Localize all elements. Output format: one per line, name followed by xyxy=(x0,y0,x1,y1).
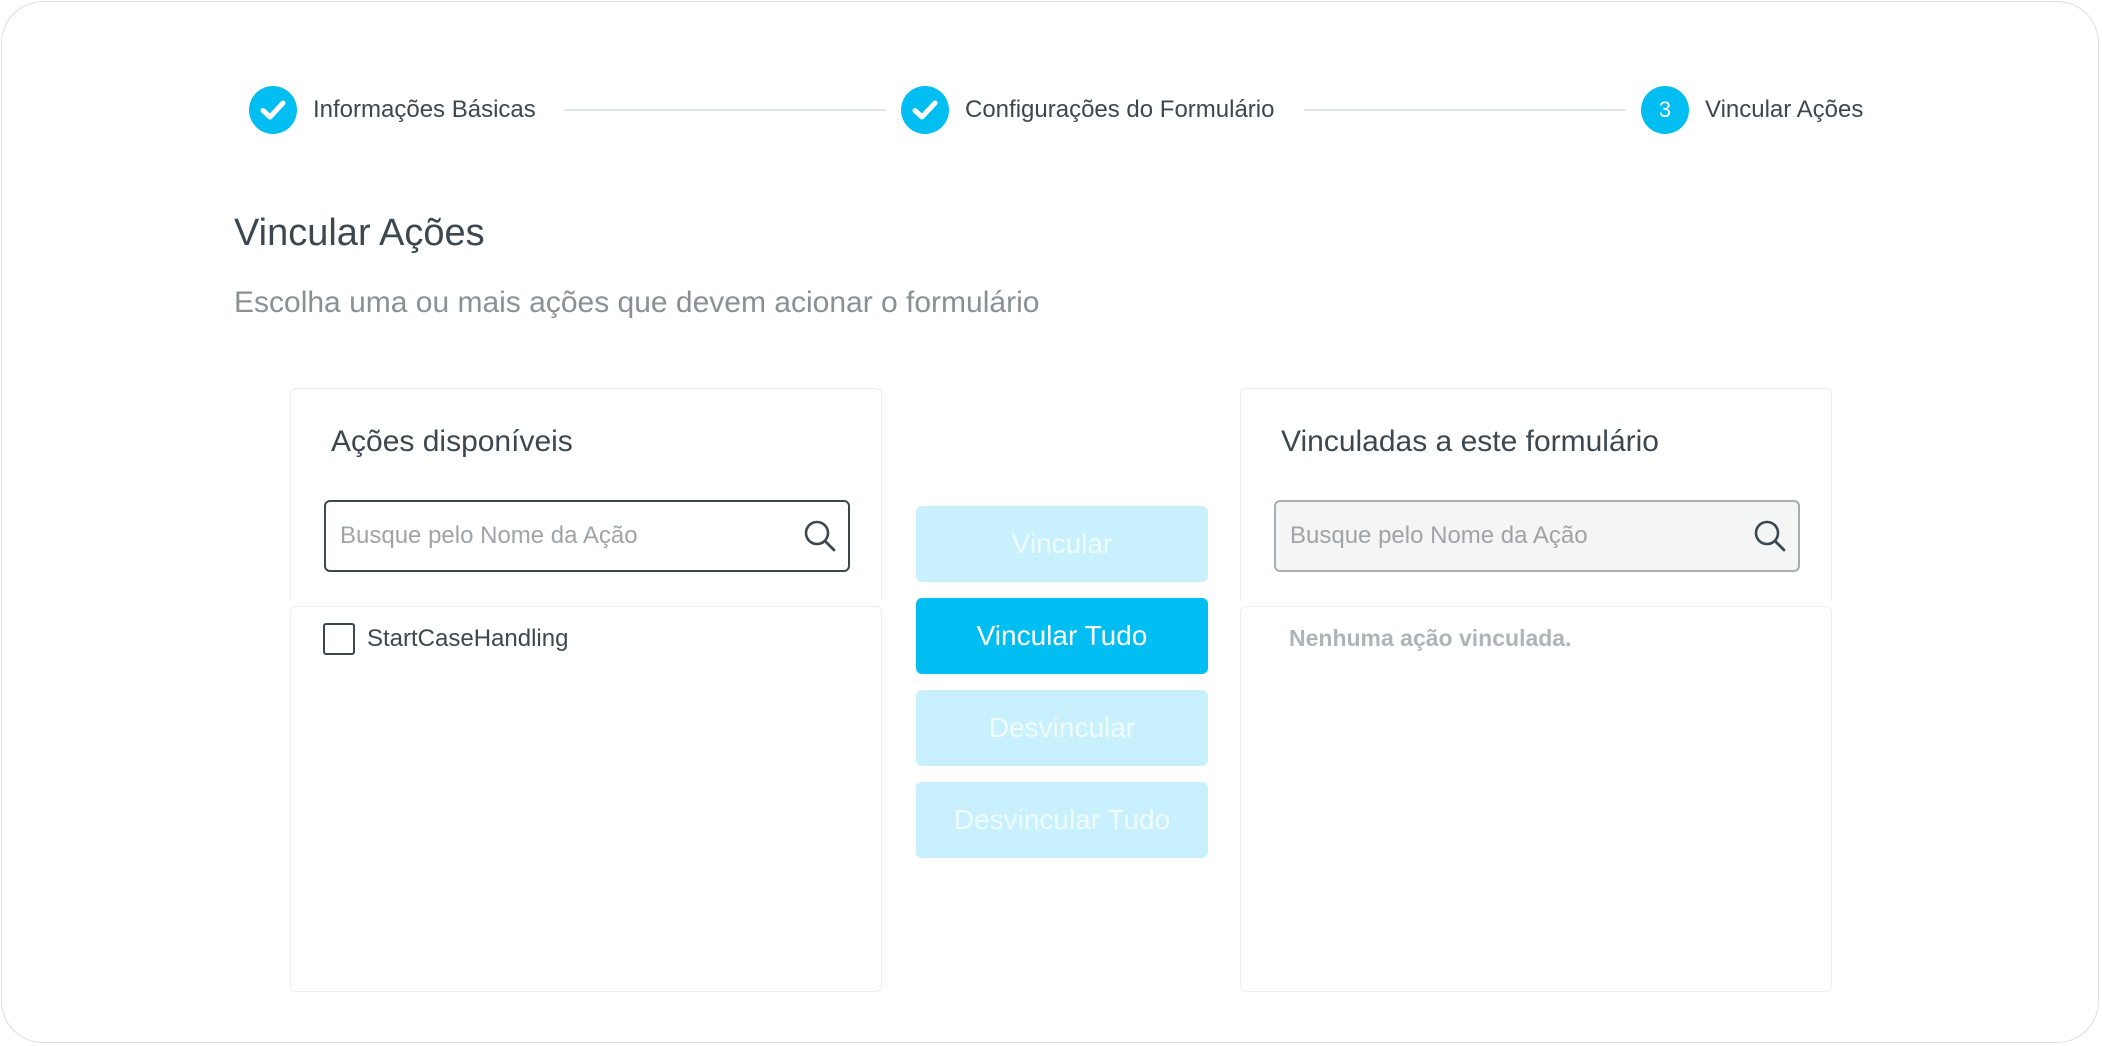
linked-actions-title: Vinculadas a este formulário xyxy=(1281,425,1659,458)
unlink-all-button[interactable]: Desvincular Tudo xyxy=(916,782,1208,858)
empty-state-text: Nenhuma ação vinculada. xyxy=(1289,625,1572,651)
step-connector xyxy=(1304,109,1626,111)
step-informacoes-basicas[interactable]: Informações Básicas xyxy=(249,86,536,134)
step-label: Configurações do Formulário xyxy=(965,96,1275,123)
step-number: 3 xyxy=(1641,86,1689,134)
available-actions-list: StartCaseHandling xyxy=(290,606,882,992)
available-actions-panel-header: Ações disponíveis xyxy=(290,388,882,600)
list-item[interactable]: StartCaseHandling xyxy=(323,623,568,655)
linked-actions-search xyxy=(1274,500,1800,572)
step-configuracoes-formulario[interactable]: Configurações do Formulário xyxy=(901,86,1274,134)
linked-actions-search-input[interactable] xyxy=(1276,502,1736,570)
page-title: Vincular Ações xyxy=(234,212,485,254)
page-subtitle: Escolha uma ou mais ações que devem acio… xyxy=(234,286,1040,319)
app-window: Informações Básicas Configurações do For… xyxy=(1,1,2099,1043)
link-button[interactable]: Vincular xyxy=(916,506,1208,582)
link-all-button[interactable]: Vincular Tudo xyxy=(916,598,1208,674)
check-icon xyxy=(901,86,949,134)
available-actions-title: Ações disponíveis xyxy=(331,425,573,458)
action-checkbox[interactable] xyxy=(323,623,355,655)
unlink-button[interactable]: Desvincular xyxy=(916,690,1208,766)
action-label: StartCaseHandling xyxy=(367,625,569,652)
linked-actions-panel-header: Vinculadas a este formulário xyxy=(1240,388,1832,600)
step-label: Vincular Ações xyxy=(1705,96,1864,123)
linked-actions-list: Nenhuma ação vinculada. xyxy=(1240,606,1832,992)
search-icon[interactable] xyxy=(1752,518,1788,554)
available-actions-search-input[interactable] xyxy=(326,502,786,570)
available-actions-search xyxy=(324,500,850,572)
step-label: Informações Básicas xyxy=(313,96,536,123)
step-connector xyxy=(564,109,886,111)
step-vincular-acoes[interactable]: 3 Vincular Ações xyxy=(1641,86,1863,134)
check-icon xyxy=(249,86,297,134)
search-icon[interactable] xyxy=(802,518,838,554)
